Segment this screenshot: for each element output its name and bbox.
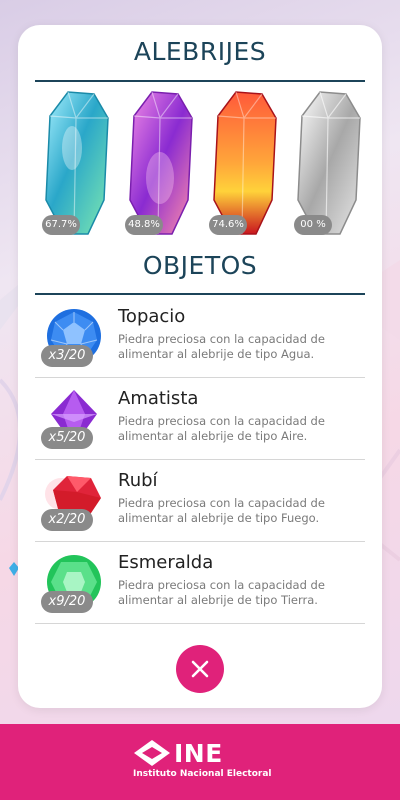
item-topacio-name: Topacio xyxy=(118,306,186,327)
crystal-agua-percent: 67.7% xyxy=(42,215,80,235)
item-esmeralda-name: Esmeralda xyxy=(118,552,214,573)
ine-logo: INE Instituto Nacional Electoral xyxy=(133,739,283,785)
ine-logo-word: INE xyxy=(174,739,223,768)
item-topacio[interactable]: x3/20 Topacio Piedra preciosa con la cap… xyxy=(35,296,365,378)
item-amatista[interactable]: x5/20 Amatista Piedra preciosa con la ca… xyxy=(35,378,365,460)
item-esmeralda-description: Piedra preciosa con la capacidad de alim… xyxy=(118,578,325,607)
item-rubi-description: Piedra preciosa con la capacidad de alim… xyxy=(118,496,325,525)
item-rubi-count: x2/20 xyxy=(41,509,93,531)
ine-emblem-icon xyxy=(134,740,170,766)
crystal-tierra-percent: 00 % xyxy=(294,215,332,235)
ine-logo-subtitle: Instituto Nacional Electoral xyxy=(133,769,272,779)
item-rubi-name: Rubí xyxy=(118,470,158,491)
item-topacio-count: x3/20 xyxy=(41,345,93,367)
item-esmeralda[interactable]: x9/20 Esmeralda Piedra preciosa con la c… xyxy=(35,542,365,624)
item-esmeralda-count: x9/20 xyxy=(41,591,93,613)
item-rubi[interactable]: x2/20 Rubí Piedra preciosa con la capaci… xyxy=(35,460,365,542)
objetos-divider xyxy=(35,293,365,295)
close-icon xyxy=(191,660,209,678)
item-amatista-description: Piedra preciosa con la capacidad de alim… xyxy=(118,414,325,443)
alebrijes-title: ALEBRIJES xyxy=(133,37,267,66)
crystal-aire-percent: 48.8% xyxy=(125,215,163,235)
crystal-fuego-percent: 74.6% xyxy=(209,215,247,235)
inventory-panel: ALEBRIJES 67.7% 48.8% 74.6% 00 % OBJETOS… xyxy=(18,25,382,708)
alebrijes-divider xyxy=(35,80,365,82)
item-topacio-description: Piedra preciosa con la capacidad de alim… xyxy=(118,332,325,361)
footer-bar: INE Instituto Nacional Electoral xyxy=(0,724,400,800)
item-amatista-name: Amatista xyxy=(118,388,199,409)
close-button[interactable] xyxy=(176,645,224,693)
objetos-title: OBJETOS xyxy=(142,251,258,280)
item-amatista-count: x5/20 xyxy=(41,427,93,449)
item-divider xyxy=(35,623,365,624)
